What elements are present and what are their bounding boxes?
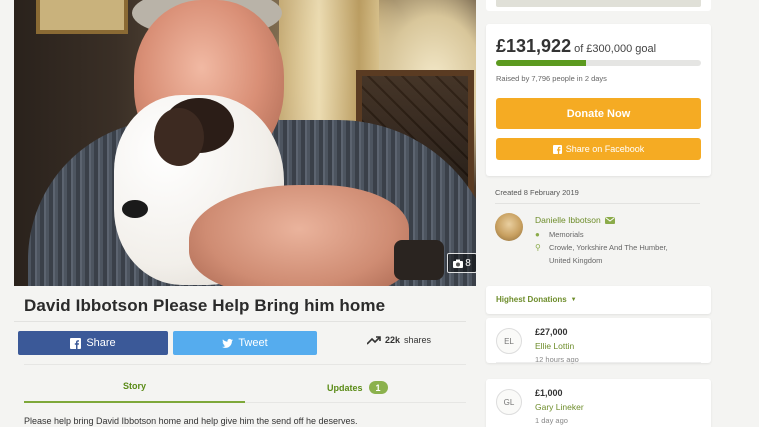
donation-amount: £1,000: [535, 388, 563, 398]
donor-name: Gary Lineker: [535, 402, 584, 412]
donation-amount: £27,000: [535, 327, 568, 337]
facebook-share-button[interactable]: Share: [18, 331, 168, 355]
goal-amount: of £300,000 goal: [574, 43, 657, 55]
top-button-fragment[interactable]: [496, 0, 701, 7]
organizer-name: Danielle Ibbotson: [535, 215, 601, 225]
donation-goal-card: £131,922 of £300,000 goal Raised by 7,79…: [486, 24, 711, 176]
progress-fill: [496, 60, 587, 66]
divider: [14, 321, 466, 322]
wristwatch: [394, 240, 444, 280]
campaign-title: David Ibbotson Please Help Bring him hom…: [24, 296, 386, 315]
twitter-icon: [222, 338, 234, 348]
man-hand: [189, 185, 409, 286]
facebook-icon: [552, 144, 562, 154]
wall-frame: [36, 0, 128, 34]
organizer-avatar[interactable]: [495, 213, 523, 241]
location-line-1: Crowle, Yorkshire And The Humber,: [549, 243, 668, 252]
divider: [495, 203, 700, 204]
story-text: Please help bring David Ibbotson home an…: [24, 416, 358, 426]
dog-nose: [122, 200, 148, 218]
divider: [24, 364, 466, 365]
share-count-suffix: shares: [404, 335, 432, 345]
donate-now-button[interactable]: Donate Now: [496, 98, 701, 129]
caret-down-icon: ▼: [570, 296, 577, 303]
donation-time: 1 day ago: [535, 416, 568, 425]
raised-by-text: Raised by 7,796 people in 2 days: [496, 74, 607, 83]
organizer-location: ⚲ Crowle, Yorkshire And The Humber, Unit…: [535, 241, 668, 267]
campaign-photo[interactable]: 8: [14, 0, 476, 286]
donation-item: EL £27,000 Ellie Lottin 12 hours ago: [486, 318, 711, 364]
top-card-fragment: [486, 0, 711, 11]
photo-count-value: 8: [465, 257, 471, 269]
tweet-label: Tweet: [238, 337, 268, 349]
divider: [245, 402, 466, 403]
tag-icon: ●: [535, 230, 540, 239]
share-count-value: 22k: [385, 335, 401, 345]
location-pin-icon: ⚲: [535, 243, 541, 252]
share-count: 22k shares: [367, 335, 431, 345]
amount-raised: £131,922 of £300,000 goal: [496, 36, 656, 57]
donor-name: Ellie Lottin: [535, 341, 575, 351]
divider: [496, 362, 701, 363]
highest-donations-dropdown[interactable]: Highest Donations ▼: [496, 295, 577, 304]
envelope-icon[interactable]: [604, 216, 615, 224]
highest-donations-header[interactable]: Highest Donations ▼: [486, 286, 711, 314]
highest-donations-title: Highest Donations: [496, 295, 567, 304]
updates-count-badge: 1: [368, 381, 388, 394]
location-text: Crowle, Yorkshire And The Humber, United…: [549, 241, 668, 267]
camera-icon: [453, 259, 464, 268]
tweet-button[interactable]: Tweet: [173, 331, 317, 355]
dog-eye-patch: [154, 108, 204, 166]
raised-amount: £131,922: [496, 36, 572, 56]
organizer-category: ● Memorials: [535, 228, 584, 241]
tab-updates-label: Updates: [327, 382, 363, 393]
tab-story[interactable]: Story: [123, 381, 146, 391]
organizer-name-link[interactable]: Danielle Ibbotson: [535, 215, 615, 225]
trending-up-icon: [367, 335, 381, 345]
photo-count-button[interactable]: 8: [447, 253, 476, 273]
created-date: Created 8 February 2019: [495, 188, 579, 197]
facebook-share-label: Share: [86, 337, 116, 349]
progress-bar: [496, 60, 701, 66]
donor-avatar: GL: [496, 389, 522, 415]
location-line-2: United Kingdom: [549, 256, 603, 265]
facebook-icon: [70, 337, 82, 349]
category-label: Memorials: [549, 230, 584, 239]
donation-item: GL £1,000 Gary Lineker 1 day ago: [486, 379, 711, 427]
active-tab-indicator: [24, 401, 245, 403]
share-on-facebook-label: Share on Facebook: [565, 144, 645, 154]
donor-avatar: EL: [496, 328, 522, 354]
tab-updates[interactable]: Updates 1: [327, 381, 388, 394]
share-on-facebook-button[interactable]: Share on Facebook: [496, 138, 701, 160]
